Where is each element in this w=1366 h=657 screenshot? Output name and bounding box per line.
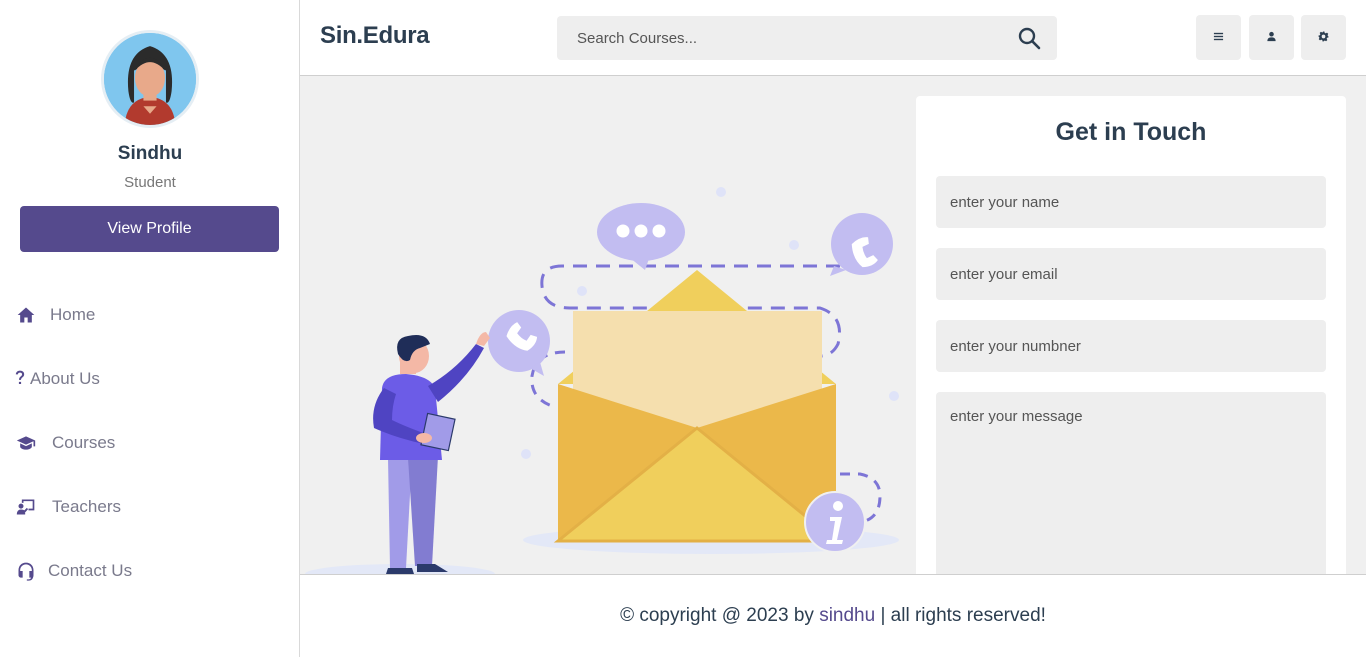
message-field[interactable] (936, 392, 1326, 574)
search-input[interactable] (557, 16, 997, 60)
footer: © copyright @ 2023 by sindhu | all right… (300, 574, 1366, 657)
menu-icon (1213, 30, 1224, 45)
footer-brand-link[interactable]: sindhu (819, 605, 875, 626)
sidebar-item-teachers[interactable]: Teachers (14, 493, 121, 521)
menu-button[interactable] (1196, 15, 1241, 60)
search-box (557, 16, 1057, 60)
sidebar-item-about[interactable]: About Us (14, 365, 100, 393)
profile-name: Sindhu (117, 143, 183, 164)
settings-button[interactable] (1301, 15, 1346, 60)
logo[interactable]: Sin.Edura (320, 22, 430, 50)
sidebar-item-label: About Us (30, 369, 100, 388)
search-icon[interactable] (1017, 26, 1041, 50)
user-button[interactable] (1249, 15, 1294, 60)
footer-suffix: | all rights reserved! (875, 605, 1046, 626)
header: Sin.Edura (300, 0, 1366, 76)
sidebar-item-label: Contact Us (48, 561, 133, 580)
avatar[interactable] (101, 30, 199, 128)
main-content: Get in Touch (300, 76, 1366, 574)
sidebar-item-label: Teachers (52, 497, 121, 516)
form-title: Get in Touch (1055, 118, 1207, 146)
number-field[interactable] (936, 320, 1326, 372)
sidebar-item-courses[interactable]: Courses (14, 429, 115, 457)
name-field[interactable] (936, 176, 1326, 228)
profile-role: Student (124, 174, 176, 191)
question-icon (14, 367, 26, 391)
teacher-icon (14, 495, 38, 519)
sidebar: Sindhu Student View Profile Home About U… (0, 0, 300, 657)
sidebar-item-contact[interactable]: Contact Us (14, 557, 132, 585)
home-icon (14, 303, 38, 327)
sidebar-item-home[interactable]: Home (14, 301, 95, 329)
sidebar-item-label: Home (50, 305, 96, 324)
contact-illustration (305, 187, 899, 574)
sidebar-item-label: Courses (52, 433, 116, 452)
footer-copyright: © copyright @ 2023 by sindhu | all right… (620, 605, 1046, 627)
contact-form: Get in Touch (916, 96, 1346, 574)
view-profile-button[interactable]: View Profile (20, 206, 279, 252)
user-icon (1266, 30, 1277, 45)
avatar-image (104, 33, 196, 125)
email-field[interactable] (936, 248, 1326, 300)
footer-prefix: © copyright @ 2023 by (620, 605, 820, 626)
graduation-cap-icon (14, 431, 38, 455)
gear-icon (1318, 30, 1329, 45)
headset-icon (14, 559, 38, 583)
